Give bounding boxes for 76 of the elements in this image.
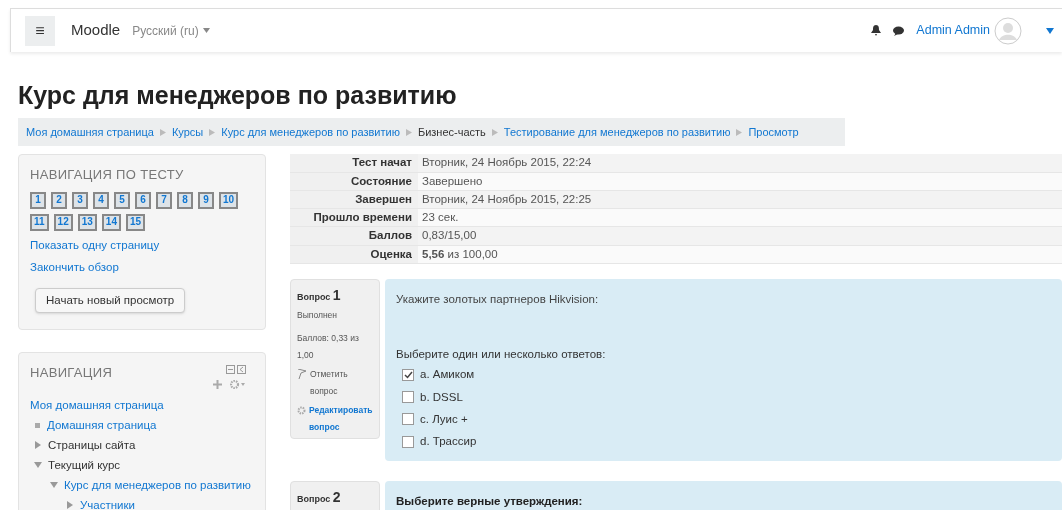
block-title: НАВИГАЦИЯ bbox=[30, 364, 113, 382]
question-nav-button[interactable]: 10 bbox=[219, 191, 239, 209]
answer-checkbox[interactable] bbox=[402, 413, 414, 426]
caret-down-icon[interactable] bbox=[202, 28, 210, 33]
block-link[interactable]: Показать одну страницу bbox=[30, 236, 254, 254]
checkmark-icon bbox=[403, 370, 413, 379]
breadcrumb-link[interactable]: Просмотр bbox=[748, 123, 799, 141]
gear-icon[interactable] bbox=[230, 380, 246, 389]
nav-tree-item[interactable]: Страницы сайта bbox=[48, 435, 136, 455]
separator-icon bbox=[736, 128, 743, 136]
question-nav-button[interactable]: 14 bbox=[101, 213, 121, 231]
question-nav-button[interactable]: 11 bbox=[30, 213, 49, 231]
question-text: Выберите верные утверждения: bbox=[396, 493, 584, 509]
question-nav-button[interactable]: 7 bbox=[156, 191, 172, 209]
avatar-icon[interactable] bbox=[994, 16, 1022, 45]
chat-icon[interactable] bbox=[893, 25, 905, 36]
table-cell: Тест начат bbox=[290, 154, 418, 172]
separator-icon bbox=[159, 128, 166, 136]
new-attempt-button[interactable]: Начать новый просмотр bbox=[35, 288, 186, 313]
language-menu[interactable]: Русский (ru) bbox=[132, 21, 210, 40]
block-title: НАВИГАЦИЯ ПО ТЕСТУ bbox=[30, 166, 185, 184]
question-nav-button[interactable]: 4 bbox=[93, 191, 109, 209]
flag-link[interactable]: Отметить вопрос bbox=[310, 365, 373, 400]
bullet-icon bbox=[35, 422, 40, 428]
question-text: Укажите золотых партнеров Hikvision: bbox=[396, 291, 600, 307]
answer-checkbox[interactable] bbox=[402, 368, 414, 381]
nav-tree-item[interactable]: Моя домашняя страница bbox=[30, 395, 164, 415]
breadcrumb-link[interactable]: Курсы bbox=[171, 123, 204, 141]
answer-prompt: Выберите один или несколько ответов: bbox=[396, 347, 607, 362]
question-status: Выполнен bbox=[297, 308, 338, 322]
separator-icon bbox=[405, 128, 412, 136]
menu-button[interactable]: ≡ bbox=[25, 15, 55, 46]
caret-down-icon bbox=[50, 481, 58, 489]
caret-right-icon bbox=[34, 441, 42, 449]
block-link[interactable]: Закончить обзор bbox=[30, 258, 254, 276]
bell-icon[interactable] bbox=[871, 25, 882, 36]
nav-tree-item[interactable]: Домашняя страница bbox=[47, 415, 157, 435]
breadcrumb-link[interactable]: Моя домашняя страница bbox=[26, 123, 154, 141]
breadcrumb-link[interactable]: Курс для менеджеров по развитию bbox=[221, 123, 400, 141]
caret-down-icon[interactable] bbox=[1046, 27, 1054, 34]
flag-icon[interactable] bbox=[297, 368, 307, 379]
answer-label: a. Амиком bbox=[420, 367, 475, 383]
question-nav-button[interactable]: 13 bbox=[77, 213, 97, 231]
gear-icon[interactable] bbox=[297, 405, 306, 415]
answer-label: c. Луис + bbox=[420, 411, 468, 427]
answer-label: d. Трассир bbox=[420, 434, 477, 449]
answer-label: b. DSSL bbox=[420, 389, 463, 405]
caret-right-icon bbox=[66, 501, 74, 509]
question-nav-button[interactable]: 3 bbox=[72, 191, 88, 209]
nav-tree-item[interactable]: Курс для менеджеров по развитию bbox=[64, 475, 251, 495]
edit-link[interactable]: Редактировать вопрос bbox=[309, 401, 373, 436]
question-nav-button[interactable]: 15 bbox=[125, 213, 146, 231]
page-title: Курс для менеджеров по развитию bbox=[18, 80, 458, 111]
question-nav-button[interactable]: 8 bbox=[177, 191, 193, 209]
separator-icon bbox=[209, 128, 216, 136]
separator-icon bbox=[491, 128, 498, 136]
move-icon[interactable] bbox=[213, 380, 222, 389]
question-score: Баллов: 0,33 из 1,00 bbox=[297, 331, 360, 362]
question-nav-button[interactable]: 2 bbox=[51, 191, 67, 209]
question-nav-button[interactable]: 9 bbox=[198, 191, 214, 209]
question-nav-button[interactable]: 6 bbox=[135, 191, 151, 209]
site-name[interactable]: Moodle bbox=[71, 19, 121, 42]
answer-checkbox[interactable] bbox=[402, 391, 414, 404]
caret-down-icon bbox=[34, 461, 42, 469]
nav-tree-item[interactable]: Участники bbox=[80, 495, 135, 510]
question-number: Вопрос 2 bbox=[297, 487, 342, 507]
nav-tree-item[interactable]: Текущий курс bbox=[48, 455, 121, 475]
table-cell: Вторник, 24 Ноябрь 2015, 22:24 bbox=[418, 154, 1062, 172]
question-nav-button[interactable]: 5 bbox=[114, 191, 130, 209]
question-nav-button[interactable]: 12 bbox=[53, 213, 73, 231]
block-controls-icon[interactable] bbox=[226, 365, 246, 374]
answer-checkbox[interactable] bbox=[402, 435, 414, 448]
breadcrumb-link[interactable]: Тестирование для менеджеров по развитию bbox=[503, 123, 731, 141]
question-number: Вопрос 1 bbox=[297, 285, 342, 305]
question-nav-button[interactable]: 1 bbox=[30, 191, 46, 209]
user-name[interactable]: Admin Admin bbox=[916, 21, 990, 40]
